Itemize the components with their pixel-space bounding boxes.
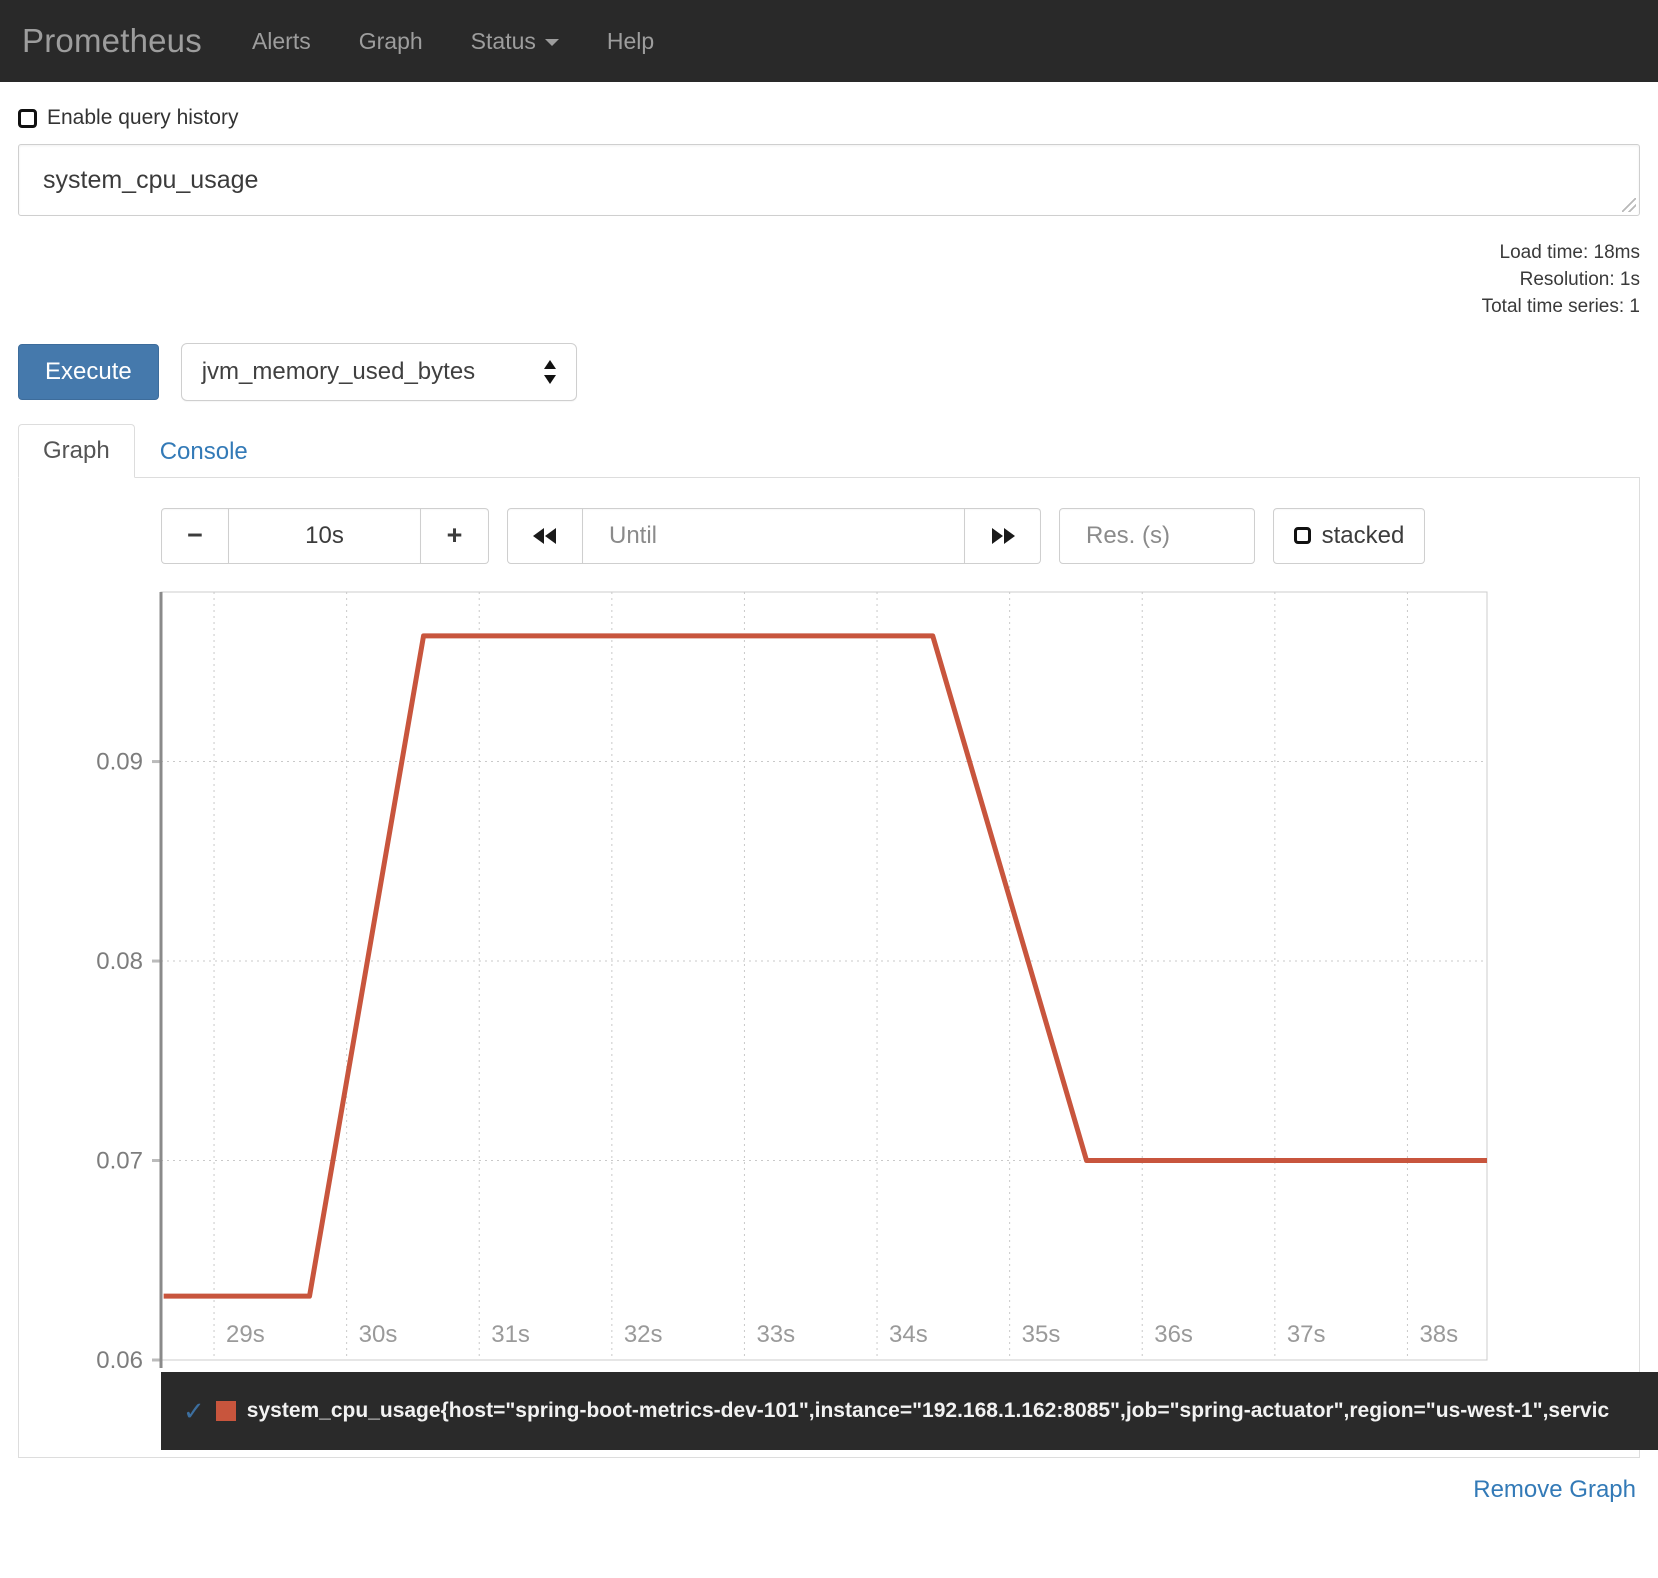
query-expression-value: system_cpu_usage <box>43 166 258 195</box>
x-axis-tick-label: 35s <box>1022 1321 1061 1348</box>
range-increase-button[interactable]: + <box>421 508 489 564</box>
x-axis-tick-label: 34s <box>889 1321 928 1348</box>
enable-query-history-row[interactable]: Enable query history <box>18 106 1640 130</box>
query-metadata: Load time: 18ms Resolution: 1s Total tim… <box>18 240 1640 321</box>
x-axis-tick-label: 36s <box>1154 1321 1193 1348</box>
nav-label-alerts: Alerts <box>252 28 311 55</box>
tab-graph[interactable]: Graph <box>18 424 135 478</box>
chevron-down-icon <box>545 39 559 46</box>
metric-select[interactable]: jvm_memory_used_bytes <box>181 343 577 401</box>
range-decrease-button[interactable]: − <box>161 508 229 564</box>
graph-tab-body: − 10s + Until <box>18 478 1640 1458</box>
legend-color-swatch <box>216 1401 236 1421</box>
nav-item-help[interactable]: Help <box>583 0 678 82</box>
tab-console-label: Console <box>160 438 248 465</box>
nav-item-alerts[interactable]: Alerts <box>228 0 335 82</box>
step-backward-icon-button[interactable] <box>507 508 583 564</box>
nav-label-help: Help <box>607 28 654 55</box>
load-time-text: Load time: 18ms <box>18 240 1640 267</box>
time-series-chart[interactable]: 0.06 0.07 0.08 0.09 29s 30s 31s 32s 33s 34s 35s 36s… <box>19 590 1635 1390</box>
tab-console[interactable]: Console <box>135 425 273 478</box>
brand-prometheus[interactable]: Prometheus <box>18 22 228 60</box>
x-axis-tick-label: 29s <box>226 1321 265 1348</box>
x-axis-tick-label: 32s <box>624 1321 663 1348</box>
execute-row: Execute jvm_memory_used_bytes <box>18 343 1640 401</box>
chart-legend[interactable]: ✓ system_cpu_usage{host="spring-boot-met… <box>161 1372 1658 1450</box>
query-expression-input[interactable]: system_cpu_usage <box>18 144 1640 216</box>
tab-graph-label: Graph <box>43 437 110 464</box>
remove-graph-link[interactable]: Remove Graph <box>1473 1476 1636 1503</box>
checkbox-icon-query-history[interactable] <box>18 109 37 128</box>
range-group: − 10s + <box>161 508 489 564</box>
updown-arrows-glyph <box>542 357 558 387</box>
execute-button[interactable]: Execute <box>18 344 159 400</box>
y-axis-tick-label: 0.07 <box>96 1147 143 1174</box>
step-forward-icon <box>988 526 1018 546</box>
x-axis-tick-label: 31s <box>491 1321 530 1348</box>
nav-label-graph: Graph <box>359 28 423 55</box>
total-time-series-text: Total time series: 1 <box>18 294 1640 321</box>
x-axis-tick-label: 30s <box>359 1321 398 1348</box>
spinner-arrows-icon <box>542 357 558 387</box>
enable-query-history-label: Enable query history <box>47 106 238 130</box>
until-input[interactable]: Until <box>583 508 965 564</box>
step-forward-icon-button[interactable] <box>965 508 1041 564</box>
stacked-toggle[interactable]: stacked <box>1273 508 1425 564</box>
stacked-label: stacked <box>1322 522 1405 550</box>
y-axis-tick-label: 0.09 <box>96 748 143 775</box>
panel-tabs: Graph Console <box>18 423 1640 478</box>
navbar: Prometheus Alerts Graph Status Help <box>0 0 1658 82</box>
y-axis-tick-label: 0.06 <box>96 1347 143 1374</box>
chart-area: 0.06 0.07 0.08 0.09 29s 30s 31s 32s 33s 34s 35s 36s… <box>19 590 1639 1390</box>
x-axis-tick-label: 33s <box>756 1321 795 1348</box>
chart-series-line <box>164 636 1487 1296</box>
metric-select-value: jvm_memory_used_bytes <box>202 358 475 386</box>
graph-panel: Graph Console − 10s + <box>18 423 1640 1458</box>
x-axis-tick-label: 37s <box>1287 1321 1326 1348</box>
graph-controls: − 10s + Until <box>19 508 1639 564</box>
legend-check-icon[interactable]: ✓ <box>183 1398 205 1424</box>
resize-handle-icon[interactable] <box>1622 198 1636 212</box>
remove-graph-row: Remove Graph <box>18 1458 1640 1504</box>
page-content: Enable query history system_cpu_usage Lo… <box>0 106 1658 1504</box>
y-axis-tick-label: 0.08 <box>96 948 143 975</box>
nav-item-graph[interactable]: Graph <box>335 0 447 82</box>
checkbox-icon-stacked[interactable] <box>1294 527 1311 544</box>
step-backward-icon <box>530 526 560 546</box>
legend-series-label: system_cpu_usage{host="spring-boot-metri… <box>247 1399 1609 1423</box>
time-group: Until <box>507 508 1041 564</box>
range-input[interactable]: 10s <box>229 508 421 564</box>
nav-label-status: Status <box>471 28 536 55</box>
x-axis-tick-label: 38s <box>1419 1321 1458 1348</box>
nav-item-status[interactable]: Status <box>447 0 583 82</box>
resolution-input[interactable]: Res. (s) <box>1059 508 1255 564</box>
resolution-text: Resolution: 1s <box>18 267 1640 294</box>
